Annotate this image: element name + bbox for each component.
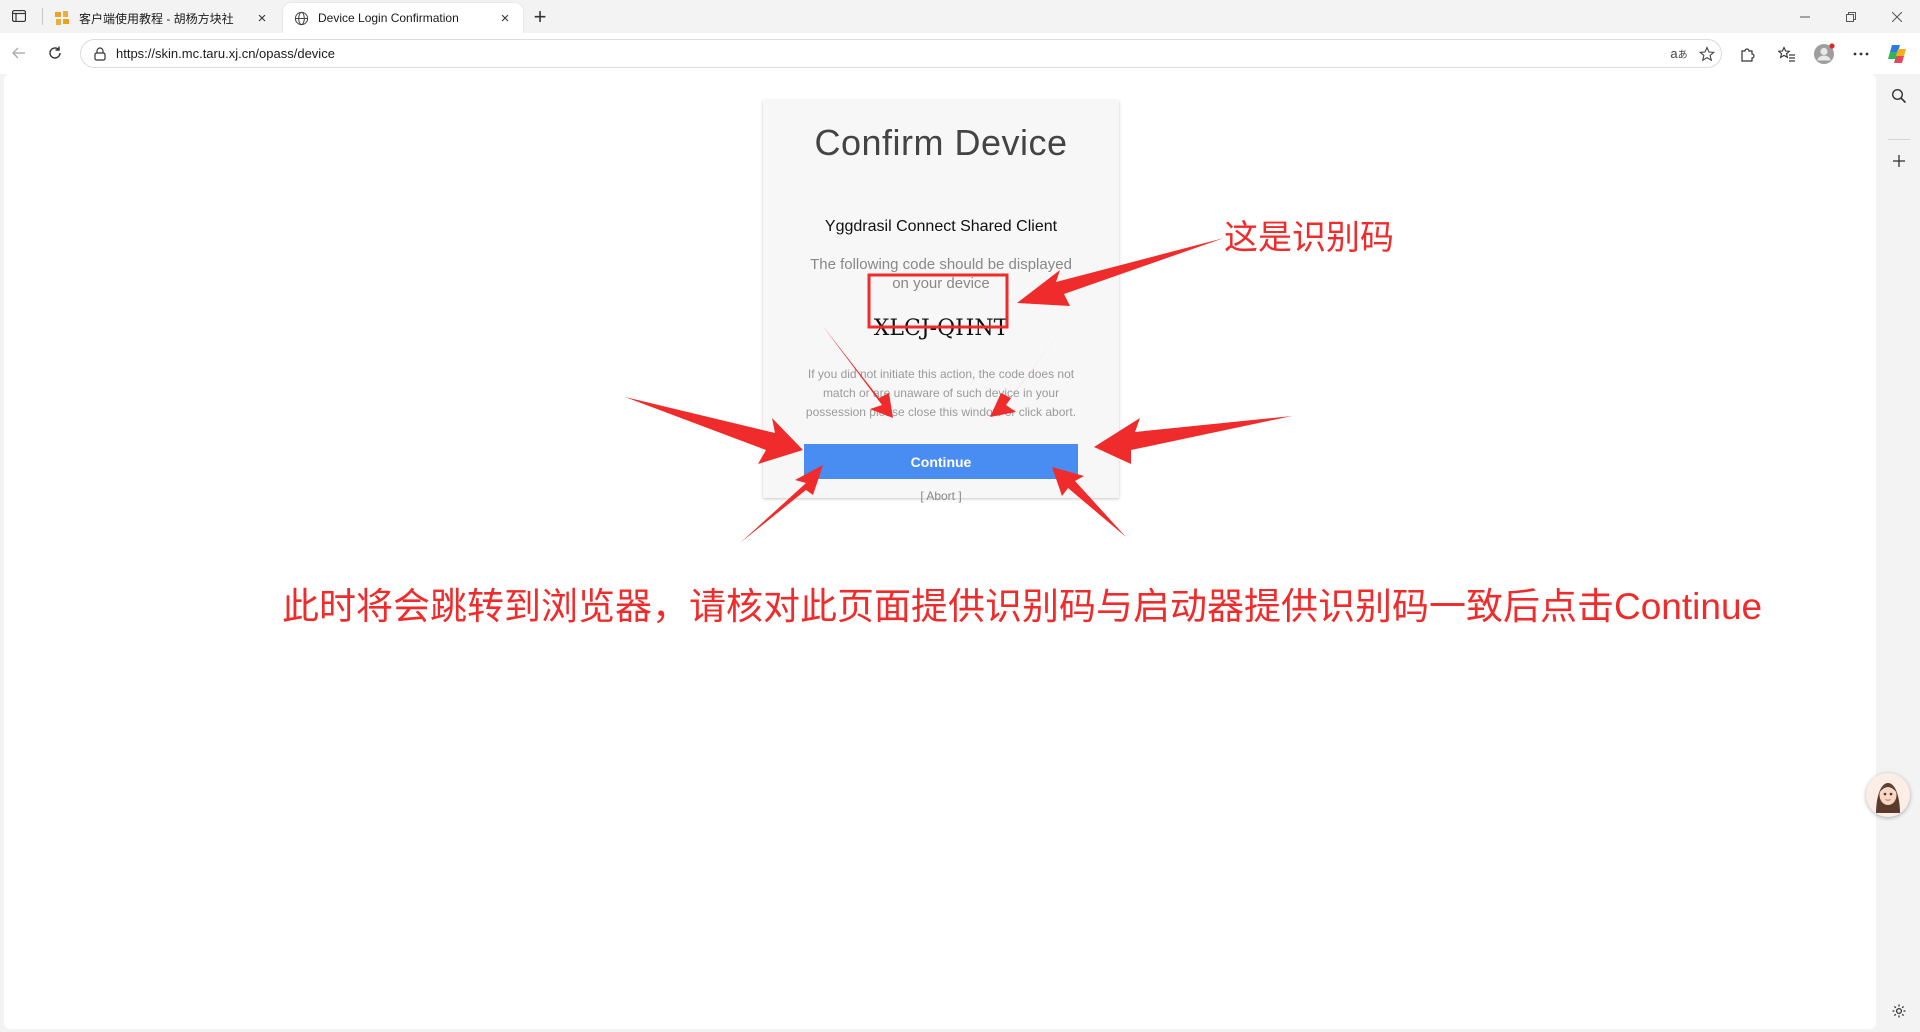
globe-icon <box>293 10 309 26</box>
hu-logo-icon <box>54 10 70 26</box>
favorites-button[interactable] <box>1774 41 1800 67</box>
back-button[interactable] <box>7 41 31 65</box>
tab-title: Device Login Confirmation <box>318 11 459 25</box>
edge-sidebar <box>1877 74 1920 1032</box>
tab-separator <box>42 8 43 25</box>
tab-actions-button[interactable] <box>7 5 31 27</box>
tab-strip: 客户端使用教程 - 胡杨方块社 × Device Login Confirmat… <box>0 0 1920 33</box>
extensions-button[interactable] <box>1734 41 1760 67</box>
restore-button[interactable] <box>1828 0 1874 33</box>
avatar-icon <box>1814 43 1835 64</box>
sidebar-settings-button[interactable] <box>1886 998 1912 1024</box>
window-close-button[interactable] <box>1874 0 1920 33</box>
arrow-left-icon <box>12 47 25 59</box>
tab-tutorial[interactable]: 客户端使用教程 - 胡杨方块社 × <box>44 3 280 33</box>
new-tab-button[interactable]: + <box>528 4 552 29</box>
device-code: XLCJ-QHNT <box>873 315 1009 341</box>
profile-button[interactable] <box>1811 41 1837 67</box>
restore-icon <box>1846 11 1856 22</box>
sidebar-search-button[interactable] <box>1886 83 1912 109</box>
more-menu-button[interactable] <box>1848 41 1874 67</box>
search-icon <box>1891 88 1907 104</box>
page-viewport: Confirm Device Yggdrasil Connect Shared … <box>4 74 1876 1029</box>
toolbar: https://skin.mc.taru.xj.cn/opass/device … <box>0 33 1920 74</box>
puzzle-icon <box>1741 48 1755 62</box>
copilot-icon <box>1888 45 1906 63</box>
url-text[interactable]: https://skin.mc.taru.xj.cn/opass/device <box>116 46 1665 61</box>
code-hint: The following code should be displayed o… <box>810 256 1072 292</box>
star-icon[interactable] <box>1693 42 1721 66</box>
tab-title: 客户端使用教程 - 胡杨方块社 <box>79 11 234 26</box>
close-icon[interactable]: × <box>497 10 513 27</box>
tab-device-login[interactable]: Device Login Confirmation × <box>283 3 523 33</box>
address-bar[interactable]: https://skin.mc.taru.xj.cn/opass/device … <box>80 39 1722 68</box>
copilot-button[interactable] <box>1884 41 1910 67</box>
sidebar-divider <box>1888 139 1910 140</box>
abort-link[interactable]: [ Abort ] <box>763 489 1119 503</box>
minimize-icon <box>1800 16 1810 17</box>
plus-icon <box>1893 155 1905 167</box>
page-title: Confirm Device <box>814 122 1068 163</box>
refresh-icon <box>49 46 61 59</box>
read-aloud-icon[interactable]: aあ <box>1665 42 1693 66</box>
minimize-button[interactable] <box>1782 0 1828 33</box>
confirm-device-card: Confirm Device Yggdrasil Connect Shared … <box>763 100 1119 503</box>
continue-button[interactable]: Continue <box>804 444 1078 479</box>
tab-actions-icon <box>12 10 26 22</box>
close-icon[interactable]: × <box>254 10 270 27</box>
refresh-button[interactable] <box>43 41 67 65</box>
favorites-icon <box>1778 46 1795 62</box>
more-horizontal-icon <box>1853 52 1869 56</box>
sidebar-add-button[interactable] <box>1886 148 1912 174</box>
gear-icon <box>1892 1004 1906 1018</box>
security-warning: If you did not initiate this action, the… <box>805 367 1077 419</box>
close-icon <box>1892 11 1902 22</box>
lock-icon[interactable] <box>92 46 108 62</box>
client-name: Yggdrasil Connect Shared Client <box>824 218 1058 235</box>
